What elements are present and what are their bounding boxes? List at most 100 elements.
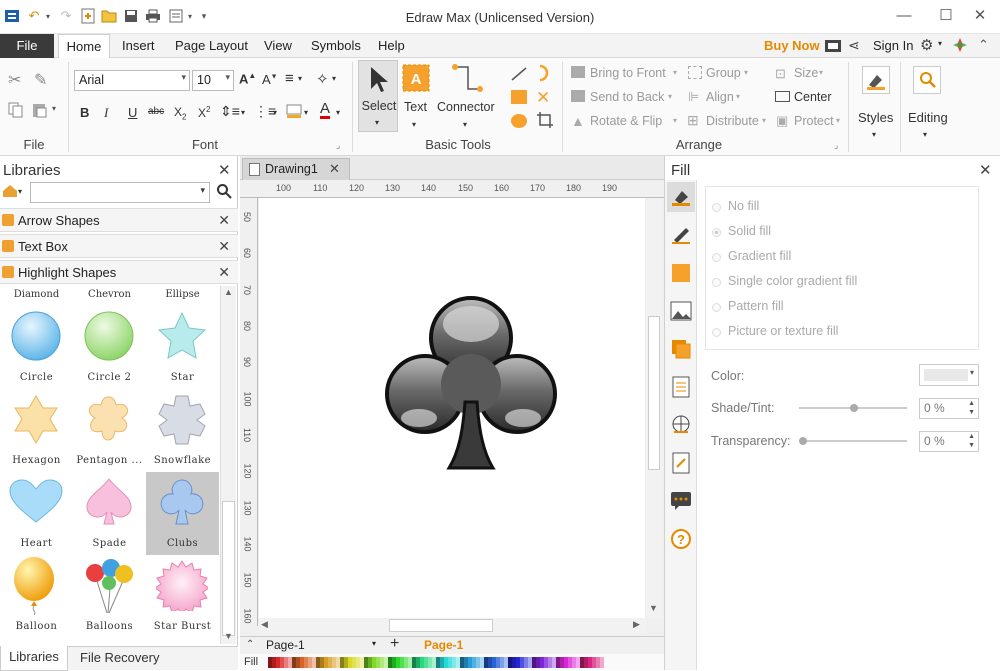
bring-to-front-button[interactable]: Bring to Front — [590, 66, 666, 80]
shape-heart[interactable]: Heart — [0, 472, 73, 555]
italic-icon[interactable]: I — [104, 105, 108, 121]
app-store-icon[interactable] — [952, 37, 968, 56]
chevron-down-icon[interactable]: ▾ — [673, 116, 677, 125]
font-size-select[interactable]: 10 ▾ — [192, 70, 234, 91]
cart-icon[interactable] — [824, 38, 842, 57]
lock-icon[interactable]: ▣ — [776, 113, 788, 129]
line-tool-icon[interactable] — [510, 66, 528, 85]
transparency-input[interactable]: 0 % ▲ ▼ — [919, 431, 979, 452]
close-window-button[interactable]: ✕ — [964, 4, 996, 28]
close-libraries-icon[interactable]: ✕ — [218, 161, 231, 179]
image-icon[interactable] — [667, 296, 695, 326]
shadow-icon[interactable] — [667, 258, 695, 288]
chevron-down-icon[interactable]: ▾ — [273, 108, 277, 117]
format-painter-icon[interactable]: ✂ — [8, 70, 21, 90]
chevron-down-icon[interactable]: ▾ — [18, 187, 22, 196]
spinner-icon[interactable]: ▲ ▼ — [968, 432, 975, 450]
fill-tool-icon[interactable] — [667, 182, 695, 212]
font-name-select[interactable]: Arial ▾ — [74, 70, 190, 91]
color-palette[interactable] — [268, 657, 604, 668]
paragraph-spacing-icon[interactable]: ⇕≡ — [220, 103, 240, 120]
page-select[interactable]: Page-1 ▾ — [266, 638, 376, 654]
slider-handle[interactable] — [799, 437, 807, 445]
settings-gear-icon[interactable]: ⚙ — [920, 36, 933, 54]
add-page-icon[interactable]: + — [390, 635, 399, 653]
rotate-flip-button[interactable]: Rotate & Flip — [590, 114, 662, 128]
shape-spade[interactable]: Spade — [73, 472, 146, 555]
tab-view[interactable]: View — [264, 34, 292, 58]
chevron-down-icon[interactable]: ▾ — [836, 116, 840, 125]
align-icon[interactable]: ⊫ — [688, 89, 699, 105]
send-to-back-button[interactable]: Send to Back — [590, 90, 664, 104]
file-menu[interactable]: File — [0, 34, 54, 58]
bring-to-front-icon[interactable] — [571, 66, 585, 78]
fill-option-solid-fill[interactable]: Solid fill — [712, 224, 771, 238]
scroll-right-icon[interactable]: ▶ — [633, 619, 640, 630]
chevron-down-icon[interactable]: ▾ — [463, 120, 467, 129]
share-icon[interactable]: ⋖ — [848, 37, 860, 54]
copy-icon[interactable] — [8, 102, 24, 121]
chevron-down-icon[interactable]: ▾ — [819, 68, 823, 77]
transparency-slider[interactable] — [799, 437, 907, 445]
rectangle-tool-icon[interactable] — [511, 90, 527, 104]
search-icon[interactable] — [913, 66, 941, 94]
close-category-icon[interactable]: ✕ — [218, 212, 230, 229]
styles-button[interactable]: Styles — [858, 110, 893, 125]
chevron-down-icon[interactable]: ▾ — [736, 92, 740, 101]
ellipse-tool-icon[interactable] — [511, 114, 527, 128]
chevron-down-icon[interactable]: ▾ — [332, 74, 336, 83]
notes-icon[interactable] — [667, 448, 695, 478]
close-category-icon[interactable]: ✕ — [218, 238, 230, 255]
group-button[interactable]: Group — [706, 66, 741, 80]
tab-libraries[interactable]: Libraries — [0, 646, 68, 671]
scroll-down-icon[interactable]: ▼ — [224, 631, 233, 641]
text-tool-icon[interactable]: A — [402, 64, 430, 95]
tab-help[interactable]: Help — [378, 34, 405, 58]
chevron-down-icon[interactable]: ▾ — [668, 92, 672, 101]
distribute-button[interactable]: Distribute — [706, 114, 759, 128]
paste-dropdown-icon[interactable]: ▾ — [52, 104, 56, 113]
size-icon[interactable]: ⊡ — [775, 66, 786, 82]
tab-insert[interactable]: Insert — [122, 34, 155, 58]
center-icon[interactable] — [775, 91, 790, 102]
canvas-vertical-scrollbar[interactable]: ▼ — [646, 198, 662, 618]
canvas-horizontal-scrollbar[interactable]: ◀ ▶ — [259, 618, 646, 634]
shade-tint-slider[interactable] — [799, 404, 907, 412]
shape-balloon[interactable]: Balloon — [0, 555, 73, 638]
grow-font-icon[interactable]: A▲ — [239, 71, 256, 86]
cross-tool-icon[interactable]: ✕ — [536, 88, 550, 108]
shape-balloons[interactable]: Balloons — [73, 555, 146, 638]
globe-icon[interactable] — [667, 410, 695, 440]
tab-page-layout[interactable]: Page Layout — [175, 34, 248, 58]
text-highlight-icon[interactable] — [286, 103, 302, 122]
distribute-icon[interactable]: ⊞ — [687, 112, 699, 129]
close-panel-icon[interactable]: ✕ — [979, 161, 992, 179]
arc-tool-icon[interactable] — [536, 64, 552, 85]
chevron-down-icon[interactable]: ▾ — [762, 116, 766, 125]
scroll-down-icon[interactable]: ▼ — [649, 603, 658, 613]
tab-home[interactable]: Home — [58, 34, 110, 59]
library-search-input[interactable]: ▾ — [30, 182, 210, 203]
library-category-highlight-shapes[interactable]: Highlight Shapes ✕ — [0, 260, 238, 284]
scrollbar-thumb[interactable] — [648, 316, 660, 470]
text-tool-label[interactable]: Text — [404, 100, 427, 114]
spinner-icon[interactable]: ▲ ▼ — [968, 399, 975, 417]
chevron-down-icon[interactable]: ▾ — [673, 68, 677, 77]
minimize-button[interactable]: — — [888, 4, 920, 28]
page-nav-up-icon[interactable]: ⌃ — [246, 639, 254, 650]
chevron-down-icon[interactable]: ▾ — [872, 130, 876, 139]
font-color-icon[interactable]: A — [320, 101, 331, 119]
crop-tool-icon[interactable] — [536, 111, 554, 132]
scrollbar-thumb[interactable] — [222, 501, 235, 636]
shape-circle-2[interactable]: Circle 2 — [73, 306, 146, 389]
tab-drawing1[interactable]: Drawing1 ✕ — [242, 158, 350, 180]
tab-symbols[interactable]: Symbols — [311, 34, 361, 58]
maximize-button[interactable]: ☐ — [930, 4, 962, 28]
buy-now-link[interactable]: Buy Now — [764, 38, 820, 53]
slider-handle[interactable] — [850, 404, 858, 412]
help-icon[interactable]: ? — [667, 524, 695, 554]
library-category-arrow-shapes[interactable]: Arrow Shapes ✕ — [0, 208, 238, 232]
subscript-icon[interactable]: X2 — [174, 105, 186, 121]
line-spacing-icon[interactable]: ✧ — [316, 70, 329, 88]
bold-icon[interactable]: B — [80, 105, 89, 120]
